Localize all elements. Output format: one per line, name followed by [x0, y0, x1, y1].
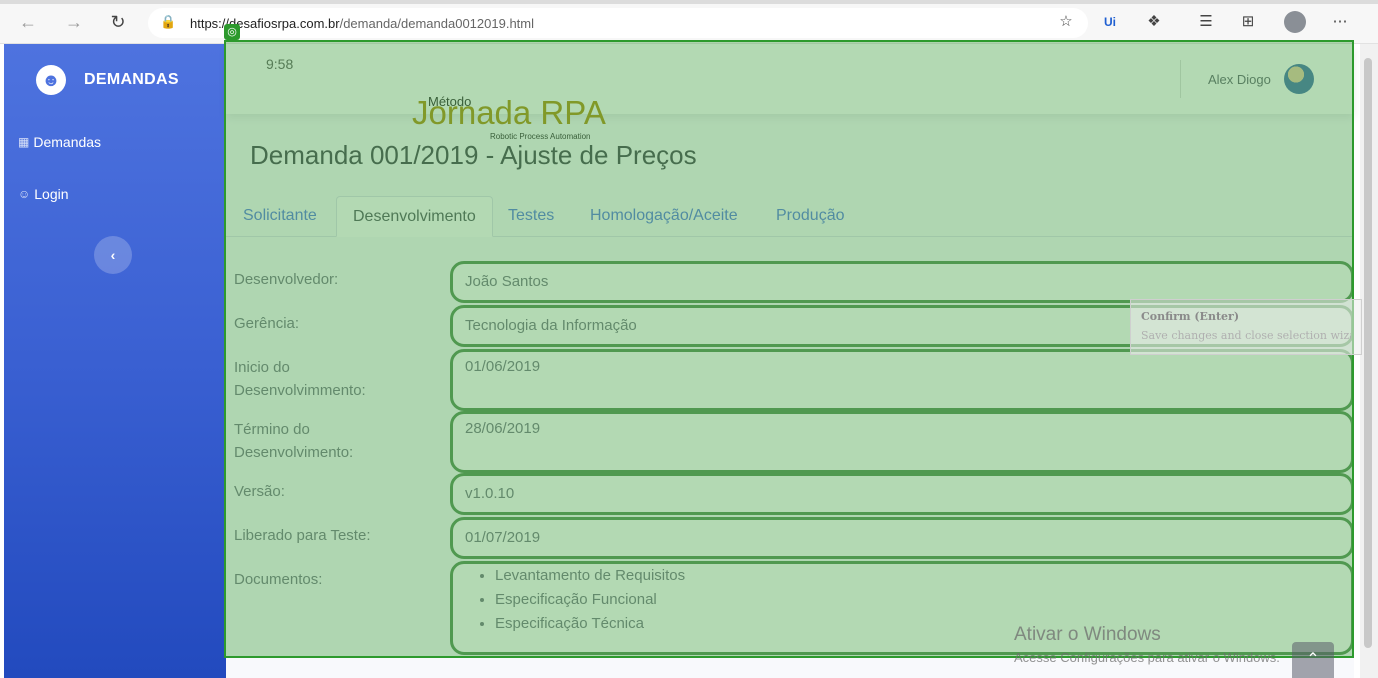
sidebar-item-login[interactable]: ☺ Login — [18, 186, 69, 202]
scrollbar-thumb[interactable] — [1364, 58, 1372, 648]
chevron-left-icon: ‹ — [110, 247, 116, 263]
sidebar-item-demandas[interactable]: ▦ Demandas — [18, 134, 101, 150]
chevron-up-icon: ⌃ — [1306, 651, 1320, 668]
tab-strip — [0, 0, 1378, 4]
sidebar: ☻ DEMANDAS ▦ Demandas ☺ Login ‹ — [4, 44, 226, 678]
url-text: https://desafiosrpa.com.br/demanda/deman… — [190, 16, 534, 31]
confirm-tooltip[interactable]: Confirm (Enter) Save changes and close s… — [1130, 299, 1362, 355]
scroll-to-top-button[interactable]: ⌃ — [1292, 642, 1334, 678]
sidebar-toggle-button[interactable]: ‹ — [94, 236, 132, 274]
activation-watermark-title: Ativar o Windows — [1014, 624, 1161, 645]
laugh-icon: ☻ — [36, 65, 66, 95]
target-icon[interactable]: ◎ — [224, 24, 240, 40]
back-icon[interactable]: ← — [18, 12, 38, 32]
browser-toolbar: ← → ↻ 🔒 https://desafiosrpa.com.br/deman… — [0, 0, 1378, 44]
url-path: /demanda/demanda0012019.html — [339, 16, 535, 31]
lock-icon[interactable]: 🔒 — [160, 14, 176, 30]
table-icon: ▦ — [18, 135, 30, 149]
collections-icon[interactable]: ⊞ — [1238, 12, 1258, 32]
sidebar-brand[interactable]: ☻ DEMANDAS — [36, 64, 179, 96]
extensions-icon[interactable]: ❖ — [1144, 12, 1164, 32]
url-host: https://desafiosrpa.com.br — [190, 16, 340, 31]
uipath-extension-icon[interactable]: Ui — [1100, 12, 1120, 32]
refresh-icon[interactable]: ↻ — [108, 12, 128, 32]
favorite-add-icon[interactable]: ☆ — [1056, 12, 1076, 32]
more-icon[interactable]: ⋯ — [1330, 12, 1350, 32]
sidebar-item-label: Login — [34, 186, 69, 202]
address-bar[interactable]: 🔒 https://desafiosrpa.com.br/demanda/dem… — [148, 8, 1088, 38]
activation-watermark-text: Acesse Configurações para ativar o Windo… — [1014, 650, 1280, 665]
page-scrollbar[interactable] — [1360, 44, 1378, 678]
sidebar-item-label: Demandas — [33, 134, 102, 150]
profile-icon[interactable] — [1284, 11, 1306, 33]
favorites-icon[interactable]: ☰ — [1196, 12, 1216, 32]
confirm-title: Confirm (Enter) — [1141, 310, 1240, 323]
brand-text: DEMANDAS — [84, 71, 179, 88]
user-circle-icon: ☺ — [18, 187, 31, 201]
forward-icon[interactable]: → — [64, 12, 84, 32]
confirm-description: Save changes and close selection wizard — [1141, 329, 1351, 342]
